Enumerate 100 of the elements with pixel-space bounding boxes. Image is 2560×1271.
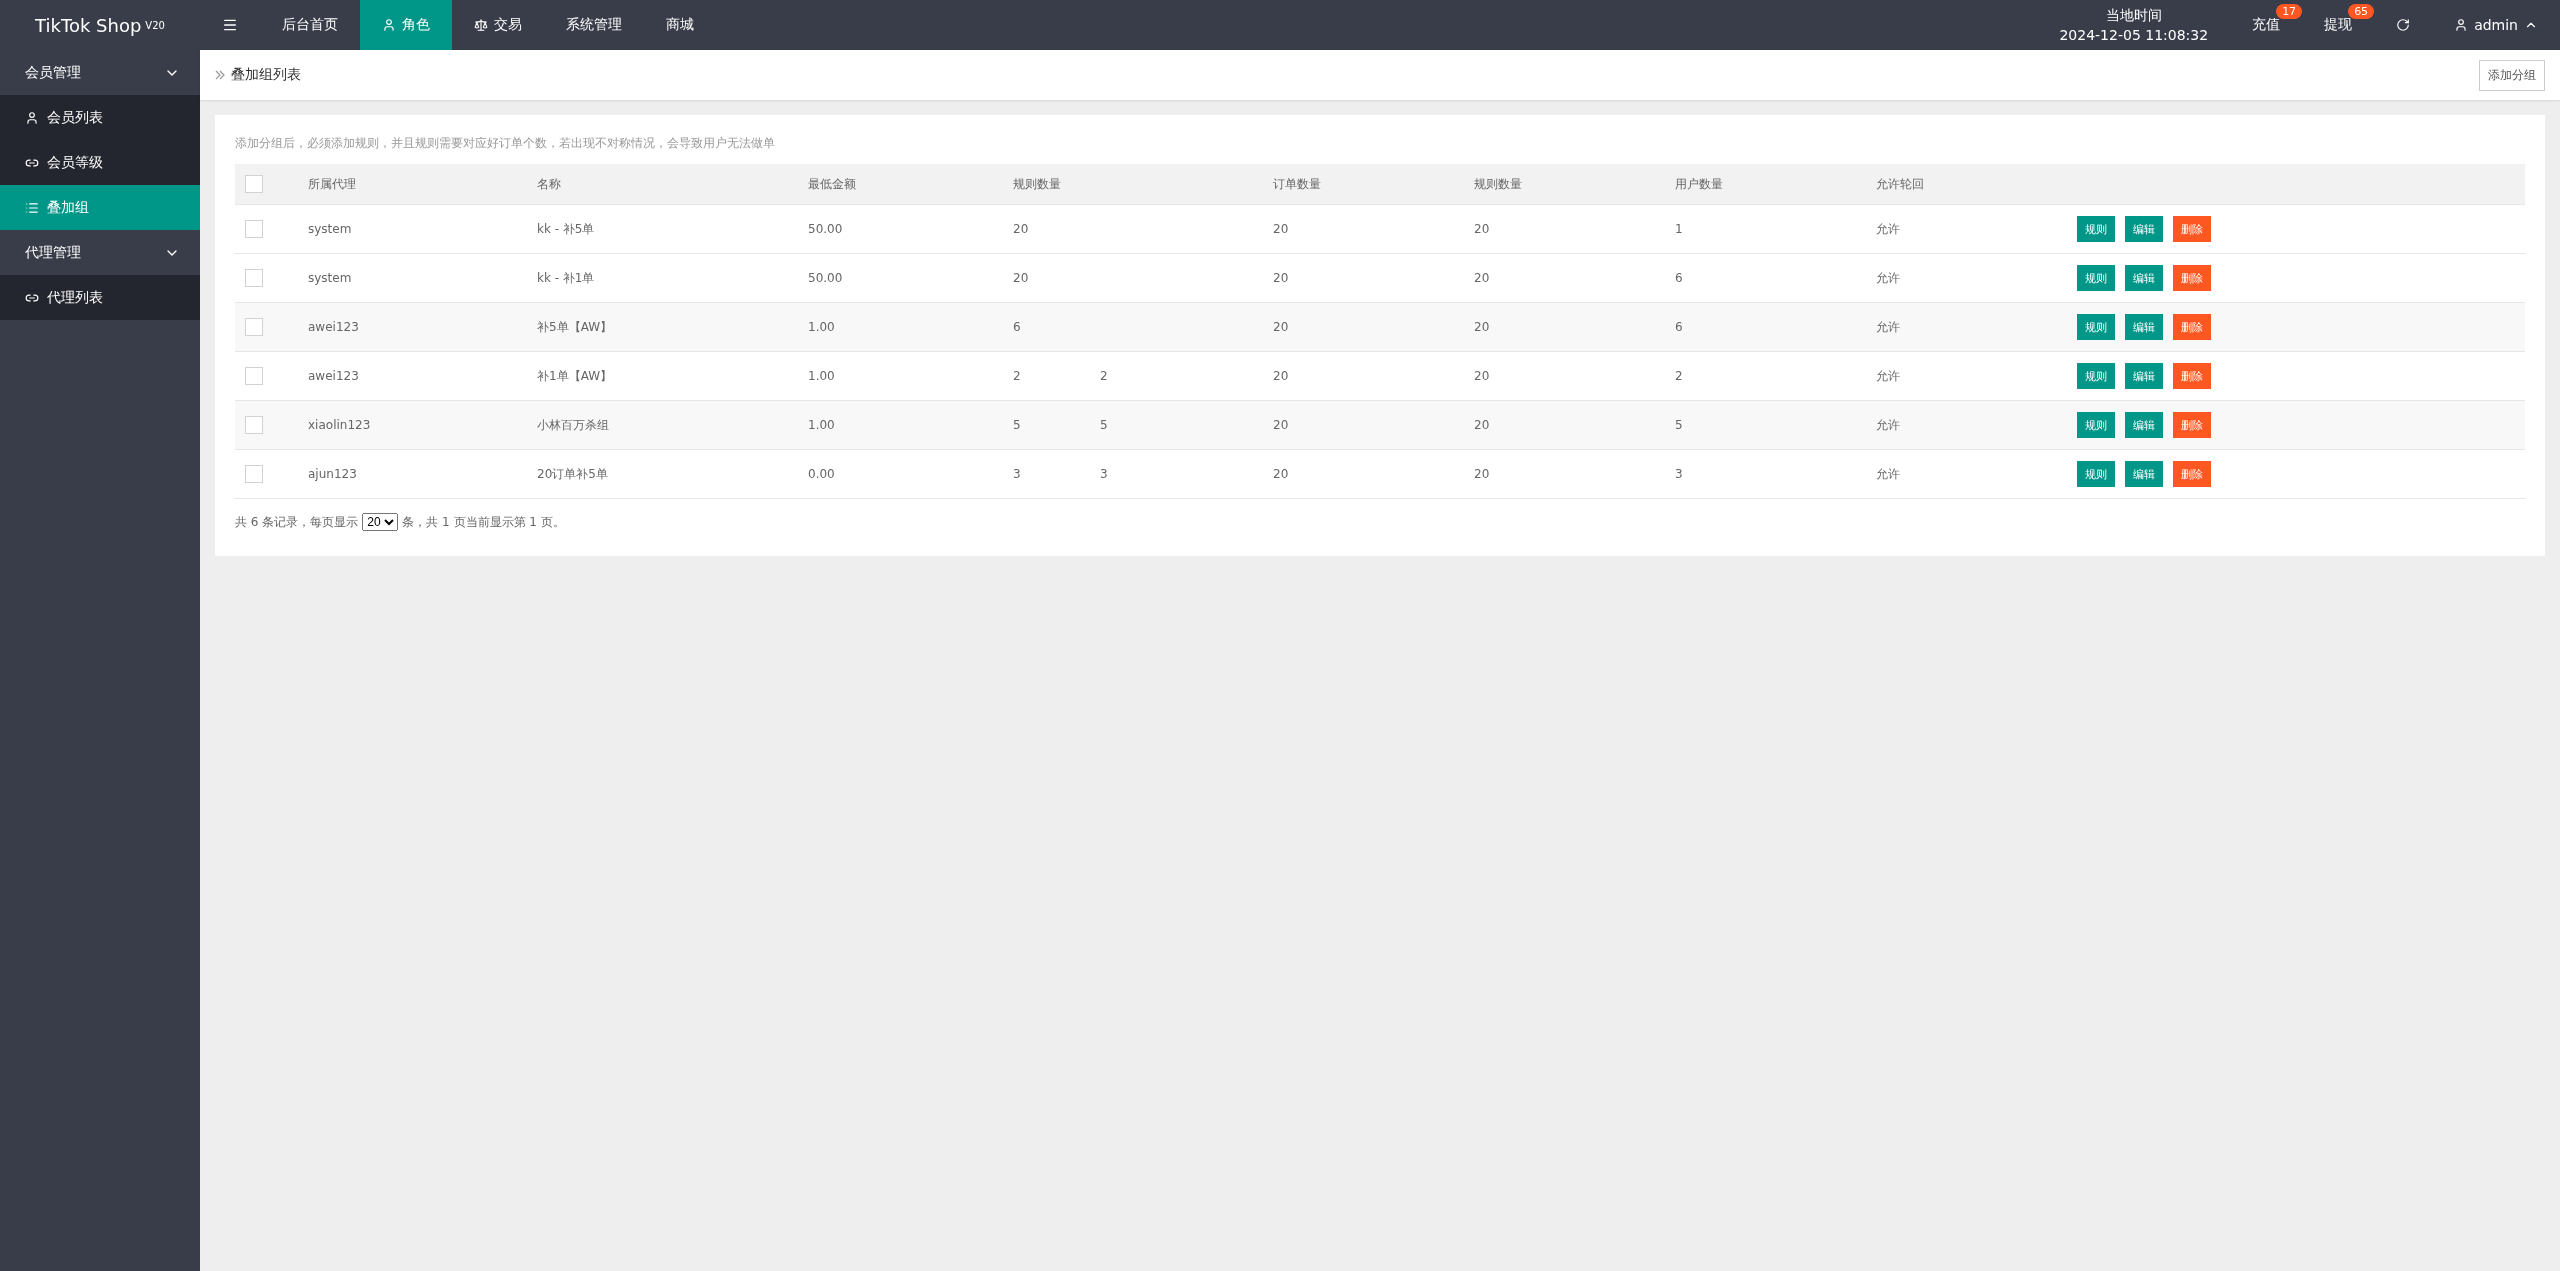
column-header: 用户数量 [1675,176,1723,191]
sidebar-group[interactable]: 会员管理 [0,50,200,95]
sidebar-item[interactable]: 会员等级 [0,140,200,185]
checkbox[interactable] [245,220,263,238]
table-cell: 3 [1100,467,1108,481]
table-cell: 20 [1474,418,1490,432]
sidebar-item[interactable]: 代理列表 [0,275,200,320]
table-cell: 5 [1013,418,1021,432]
action-button[interactable]: 删除 [2173,216,2211,242]
sidebar-item[interactable]: 会员列表 [0,95,200,140]
table-cell: 20 [1273,222,1289,236]
table-cell: 允许 [1876,319,1900,334]
column-header: 名称 [537,176,561,191]
table-cell: 补5单【AW】 [537,319,613,334]
table-cell: ajun123 [308,467,357,481]
table-cell: 允许 [1876,466,1900,481]
user-menu[interactable]: admin [2432,0,2560,50]
action-button[interactable]: 编辑 [2125,314,2163,340]
action-button[interactable]: 编辑 [2125,461,2163,487]
menu-icon[interactable] [222,17,238,33]
action-button[interactable]: 规则 [2077,363,2115,389]
count-badge: 65 [2348,4,2375,19]
top-action[interactable]: 充值 17 [2230,0,2303,50]
sidebar-group-label: 会员管理 [25,63,81,82]
column-header: 所属代理 [308,176,356,191]
clock-label: 当地时间 [2105,7,2162,25]
table-cell: 5 [1675,418,1683,432]
table-cell: 6 [1675,271,1683,285]
user-icon [25,110,39,125]
action-button[interactable]: 删除 [2173,314,2211,340]
table-cell: 20订单补5单 [537,466,608,481]
table-cell: xiaolin123 [308,418,371,432]
action-button[interactable]: 编辑 [2125,216,2163,242]
action-button[interactable]: 规则 [2077,265,2115,291]
top-action[interactable]: 提现 65 [2302,0,2375,50]
action-button[interactable]: 规则 [2077,314,2115,340]
checkbox[interactable] [245,465,263,483]
list-icon [25,200,39,215]
double-chevron-icon [215,70,225,80]
sidebar-group[interactable]: 代理管理 [0,230,200,275]
action-button[interactable]: 编辑 [2125,363,2163,389]
action-button[interactable]: 编辑 [2125,412,2163,438]
table-cell: 20 [1273,467,1289,481]
nav-tab[interactable]: 系统管理 [544,0,644,50]
table-cell: 20 [1474,271,1490,285]
table-cell: 6 [1675,320,1683,334]
refresh-icon[interactable] [2396,18,2411,32]
checkbox[interactable] [245,318,263,336]
table-cell: awei123 [308,369,359,383]
breadcrumb: 叠加组列表 [231,66,301,84]
column-header: 规则数量 [1474,176,1522,191]
table-cell: system [308,271,352,285]
table-cell: 20 [1474,369,1490,383]
nav-tab[interactable]: 角色 [360,0,452,50]
sidebar-item[interactable]: 叠加组 [0,185,200,230]
action-button[interactable]: 编辑 [2125,265,2163,291]
checkbox[interactable] [245,175,263,193]
action-button[interactable]: 删除 [2173,412,2211,438]
table-cell: awei123 [308,320,359,334]
table-cell: 1 [1675,222,1683,236]
user-icon [382,18,396,32]
action-button[interactable]: 规则 [2077,412,2115,438]
sidebar-group-label: 代理管理 [25,243,81,262]
add-group-button[interactable]: 添加分组 [2479,59,2545,91]
checkbox[interactable] [245,269,263,287]
table-cell: 50.00 [808,222,843,236]
action-button[interactable]: 规则 [2077,461,2115,487]
notice-text: 添加分组后，必须添加规则，并且规则需要对应好订单个数，若出现不对称情况，会导致用户无法做单 [235,135,776,152]
action-button[interactable]: 删除 [2173,461,2211,487]
nav-tab[interactable]: 交易 [452,0,544,50]
pager-text: 共 6 条记录，每页显示 [235,513,359,531]
table-cell: kk - 补1单 [537,270,595,285]
table-cell: 允许 [1876,417,1900,432]
table-cell: 0.00 [808,467,835,481]
table-cell: 20 [1013,222,1029,236]
table-cell: system [308,222,352,236]
table-cell: 补1单【AW】 [537,368,613,383]
checkbox[interactable] [245,367,263,385]
brand-title: TikTok Shop $^{V20}$ [34,13,166,38]
column-header: 订单数量 [1273,176,1321,191]
table-cell: 6 [1013,320,1021,334]
checkbox[interactable] [245,416,263,434]
table-cell: 20 [1273,418,1289,432]
clock-value: 2024-12-05 11:08:32 [2059,27,2209,43]
nav-tab[interactable]: 商城 [644,0,716,50]
action-button[interactable]: 删除 [2173,363,2211,389]
table-cell: 允许 [1876,221,1900,236]
count-badge: 17 [2276,4,2303,19]
action-button[interactable]: 删除 [2173,265,2211,291]
table-cell: 20 [1474,467,1490,481]
table-cell: 20 [1273,369,1289,383]
page-size-select[interactable]: 20 [362,513,399,531]
column-header: 规则数量 [1013,176,1061,191]
nav-tab[interactable]: 后台首页 [260,0,360,50]
table-cell: 小林百万杀组 [537,417,609,432]
table-cell: 5 [1100,418,1108,432]
action-button[interactable]: 规则 [2077,216,2115,242]
table-cell: kk - 补5单 [537,221,595,236]
table-cell: 2 [1675,369,1683,383]
table-cell: 允许 [1876,368,1900,383]
